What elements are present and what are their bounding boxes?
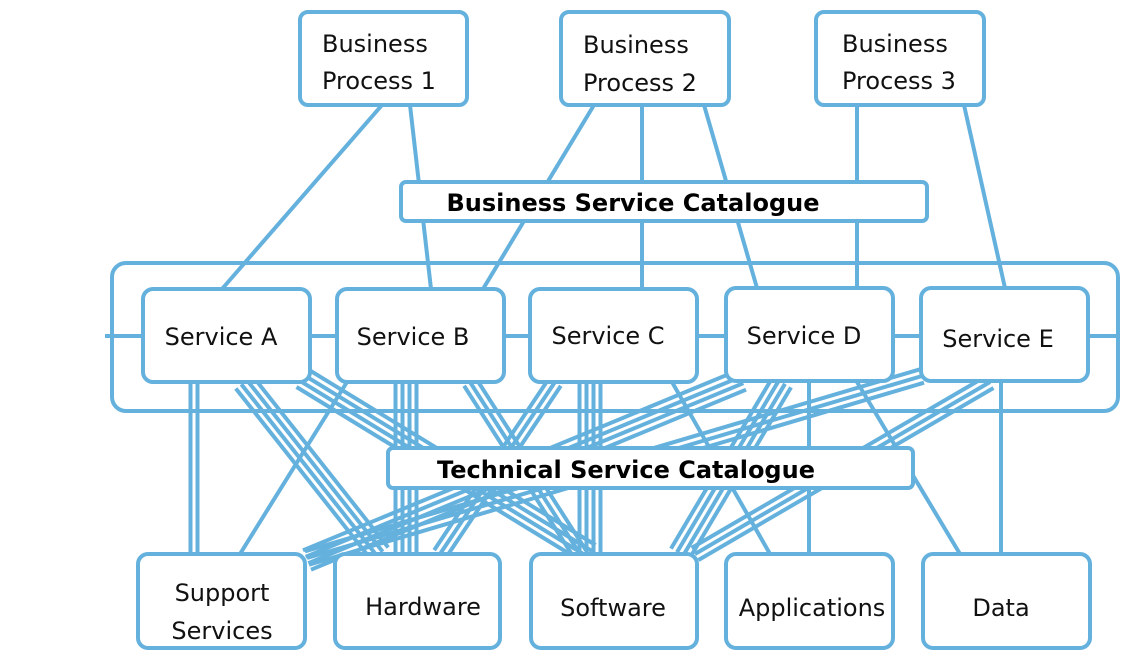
service-catalogue-diagram: Business Service Catalogue Technical Ser… bbox=[105, 10, 1120, 650]
component-software[interactable]: Software bbox=[529, 552, 699, 650]
business-process-1[interactable]: Business Process 1 bbox=[298, 10, 469, 107]
applications-label: Applications bbox=[739, 594, 886, 622]
business-process-2[interactable]: Business Process 2 bbox=[559, 10, 731, 107]
service-b-label: Service B bbox=[357, 323, 470, 351]
connector-bp3-to-svcE bbox=[962, 104, 1007, 289]
technical-service-catalogue[interactable]: Technical Service Catalogue bbox=[386, 446, 915, 490]
support-services-label-line1: Support bbox=[175, 579, 270, 607]
business-service-catalogue-label: Business Service Catalogue bbox=[446, 189, 819, 217]
connector-svcB-to-support bbox=[238, 380, 349, 556]
service-a-label: Service A bbox=[165, 323, 278, 351]
service-a[interactable]: Service A bbox=[141, 287, 312, 384]
service-d-label: Service D bbox=[747, 322, 862, 350]
software-label: Software bbox=[560, 594, 666, 622]
business-process-1-label-line1: Business bbox=[322, 30, 428, 58]
hardware-label: Hardware bbox=[365, 593, 481, 621]
service-d[interactable]: Service D bbox=[724, 286, 895, 383]
service-c-label: Service C bbox=[551, 322, 664, 350]
component-support-services[interactable]: Support Services bbox=[136, 552, 307, 650]
business-process-2-label-line2: Process 2 bbox=[583, 69, 697, 97]
component-applications[interactable]: Applications bbox=[724, 552, 895, 650]
business-process-3[interactable]: Business Process 3 bbox=[814, 10, 986, 107]
support-services-label-line2: Services bbox=[171, 617, 272, 645]
service-e-label: Service E bbox=[942, 325, 1054, 353]
business-process-3-label-line2: Process 3 bbox=[842, 67, 956, 95]
service-e[interactable]: Service E bbox=[919, 286, 1090, 383]
business-service-catalogue[interactable]: Business Service Catalogue bbox=[399, 180, 929, 223]
business-process-3-label-line1: Business bbox=[842, 30, 948, 58]
data-label: Data bbox=[972, 594, 1029, 622]
service-b[interactable]: Service B bbox=[335, 287, 506, 384]
component-hardware[interactable]: Hardware bbox=[333, 552, 502, 650]
technical-service-catalogue-label: Technical Service Catalogue bbox=[437, 456, 815, 484]
service-c[interactable]: Service C bbox=[528, 287, 699, 384]
business-process-1-label-line2: Process 1 bbox=[322, 67, 436, 95]
business-process-2-label-line1: Business bbox=[583, 31, 689, 59]
component-data[interactable]: Data bbox=[921, 552, 1092, 650]
